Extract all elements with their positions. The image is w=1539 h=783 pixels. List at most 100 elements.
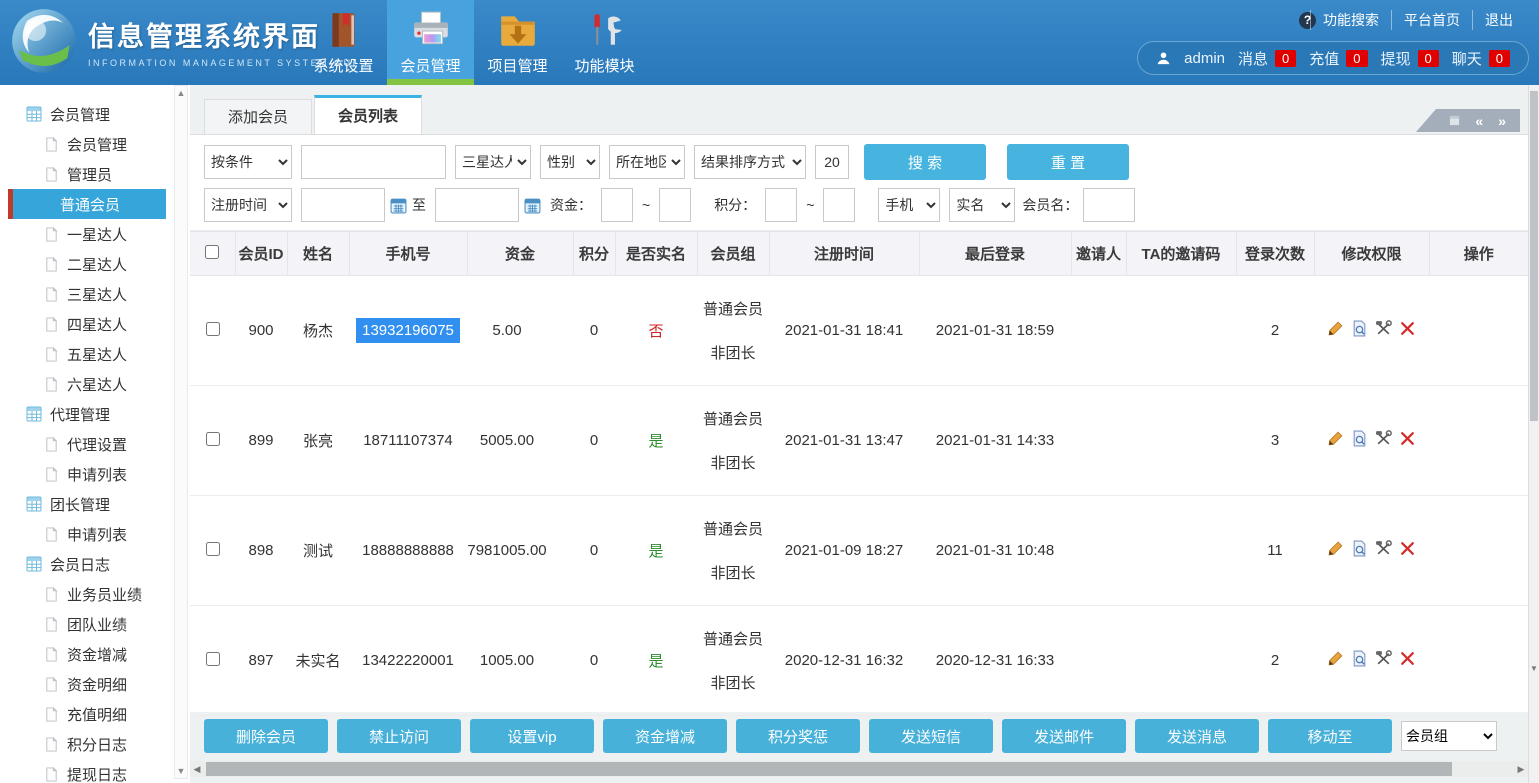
sidebar-group-member-logs[interactable]: 会员日志 — [0, 549, 190, 579]
sidebar-item-withdraw-log[interactable]: 提现日志 — [0, 759, 190, 783]
send-email-button[interactable]: 发送邮件 — [1002, 719, 1126, 753]
points-max-input[interactable] — [823, 188, 855, 222]
sidebar-item-agent-settings[interactable]: 代理设置 — [0, 429, 190, 459]
permissions-tools-icon[interactable] — [1375, 540, 1392, 557]
counter-chat[interactable]: 聊天 0 — [1452, 48, 1510, 69]
sidebar-item-funds-detail[interactable]: 资金明细 — [0, 669, 190, 699]
edit-pencil-icon[interactable] — [1327, 320, 1344, 337]
calendar-icon[interactable] — [524, 197, 541, 214]
member-group-select[interactable]: 会员组 — [1401, 721, 1497, 751]
sidebar-item-three-star[interactable]: 三星达人 — [0, 279, 190, 309]
funds-min-input[interactable] — [601, 188, 633, 222]
calendar-icon[interactable] — [390, 197, 407, 214]
search-button[interactable]: 搜 索 — [864, 144, 986, 180]
member-name-input[interactable] — [1083, 188, 1135, 222]
realname-select[interactable]: 实名 — [949, 188, 1015, 222]
view-details-icon[interactable] — [1351, 650, 1368, 667]
delete-x-icon[interactable] — [1399, 320, 1416, 337]
level-select[interactable]: 三星达人 — [455, 145, 531, 179]
scroll-up-icon[interactable]: ▲ — [175, 88, 187, 98]
sidebar-item-five-star[interactable]: 五星达人 — [0, 339, 190, 369]
username[interactable]: admin — [1184, 50, 1225, 67]
scroll-left-icon[interactable]: ◀ — [190, 761, 204, 777]
permissions-tools-icon[interactable] — [1375, 430, 1392, 447]
points-min-input[interactable] — [765, 188, 797, 222]
edit-pencil-icon[interactable] — [1327, 650, 1344, 667]
ban-access-button[interactable]: 禁止访问 — [337, 719, 461, 753]
region-select[interactable]: 所在地区 — [609, 145, 685, 179]
scroll-right-icon[interactable]: ▶ — [1514, 761, 1528, 777]
double-arrow-left-icon[interactable]: « — [1475, 114, 1483, 128]
nav-item-function-modules[interactable]: 功能模块 — [561, 0, 648, 85]
view-details-icon[interactable] — [1351, 320, 1368, 337]
quick-link-platform-home[interactable]: 平台首页 — [1391, 10, 1472, 30]
sidebar-item-leader-applications[interactable]: 申请列表 — [0, 519, 190, 549]
sidebar-item-points-log[interactable]: 积分日志 — [0, 729, 190, 759]
edit-pencil-icon[interactable] — [1327, 540, 1344, 557]
date-from-input[interactable] — [301, 188, 385, 222]
sidebar-item-agent-applications[interactable]: 申请列表 — [0, 459, 190, 489]
sidebar-item-salesman-performance[interactable]: 业务员业绩 — [0, 579, 190, 609]
funds-max-input[interactable] — [659, 188, 691, 222]
row-checkbox[interactable] — [206, 652, 220, 666]
sidebar-item-regular-members[interactable]: 普通会员 — [8, 189, 166, 219]
row-checkbox[interactable] — [206, 432, 220, 446]
counter-messages[interactable]: 消息 0 — [1238, 48, 1296, 69]
vertical-scroll-thumb[interactable] — [1530, 91, 1538, 421]
view-details-icon[interactable] — [1351, 540, 1368, 557]
sidebar-scrollbar[interactable]: ▲ ▼ — [174, 85, 188, 779]
horizontal-scrollbar[interactable]: ◀ ▶ — [190, 761, 1528, 777]
sidebar-item-funds-adjust[interactable]: 资金增减 — [0, 639, 190, 669]
sidebar-item-member-management[interactable]: 会员管理 — [0, 129, 190, 159]
nav-item-system-settings[interactable]: 系统设置 — [300, 0, 387, 85]
sidebar-group-member-management[interactable]: 会员管理 — [0, 99, 190, 129]
sidebar-item-two-star[interactable]: 二星达人 — [0, 249, 190, 279]
nav-item-project-management[interactable]: 项目管理 — [474, 0, 561, 85]
date-to-input[interactable] — [435, 188, 519, 222]
sidebar-item-administrators[interactable]: 管理员 — [0, 159, 190, 189]
horizontal-scroll-thumb[interactable] — [206, 762, 1452, 776]
permissions-tools-icon[interactable] — [1375, 320, 1392, 337]
page-scrollbar[interactable]: ▼ — [1528, 85, 1539, 783]
sidebar-item-one-star[interactable]: 一星达人 — [0, 219, 190, 249]
page-size-input[interactable] — [815, 145, 849, 179]
delete-x-icon[interactable] — [1399, 430, 1416, 447]
sidebar-item-six-star[interactable]: 六星达人 — [0, 369, 190, 399]
time-type-select[interactable]: 注册时间 — [204, 188, 292, 222]
sidebar-item-recharge-detail[interactable]: 充值明细 — [0, 699, 190, 729]
delete-members-button[interactable]: 删除会员 — [204, 719, 328, 753]
window-icon[interactable] — [1449, 115, 1460, 126]
delete-x-icon[interactable] — [1399, 650, 1416, 667]
sidebar-item-four-star[interactable]: 四星达人 — [0, 309, 190, 339]
sidebar-item-team-performance[interactable]: 团队业绩 — [0, 609, 190, 639]
gender-select[interactable]: 性别 — [540, 145, 600, 179]
set-vip-button[interactable]: 设置vip — [470, 719, 594, 753]
sidebar-group-agent-management[interactable]: 代理管理 — [0, 399, 190, 429]
quick-link-logout[interactable]: 退出 — [1472, 10, 1525, 30]
quick-link-function-search[interactable]: 功能搜索 — [1310, 10, 1391, 30]
points-reward-button[interactable]: 积分奖惩 — [736, 719, 860, 753]
delete-x-icon[interactable] — [1399, 540, 1416, 557]
sort-select[interactable]: 结果排序方式 — [694, 145, 806, 179]
select-all-checkbox[interactable] — [205, 245, 219, 259]
funds-adjust-button[interactable]: 资金增减 — [603, 719, 727, 753]
send-message-button[interactable]: 发送消息 — [1135, 719, 1259, 753]
tab-member-list[interactable]: 会员列表 — [314, 95, 422, 134]
phone-select[interactable]: 手机 — [878, 188, 940, 222]
counter-withdraw[interactable]: 提现 0 — [1381, 48, 1439, 69]
counter-recharge[interactable]: 充值 0 — [1309, 48, 1367, 69]
view-details-icon[interactable] — [1351, 430, 1368, 447]
send-sms-button[interactable]: 发送短信 — [869, 719, 993, 753]
scroll-down-icon[interactable]: ▼ — [1529, 664, 1539, 673]
double-arrow-right-icon[interactable]: » — [1498, 114, 1506, 128]
nav-item-member-management[interactable]: 会员管理 — [387, 0, 474, 85]
row-checkbox[interactable] — [206, 542, 220, 556]
move-to-button[interactable]: 移动至 — [1268, 719, 1392, 753]
keyword-input[interactable] — [301, 145, 446, 179]
sidebar-group-leader-management[interactable]: 团长管理 — [0, 489, 190, 519]
edit-pencil-icon[interactable] — [1327, 430, 1344, 447]
condition-select[interactable]: 按条件 — [204, 145, 292, 179]
scroll-down-icon[interactable]: ▼ — [175, 766, 187, 776]
tab-add-member[interactable]: 添加会员 — [204, 99, 312, 134]
reset-button[interactable]: 重 置 — [1007, 144, 1129, 180]
